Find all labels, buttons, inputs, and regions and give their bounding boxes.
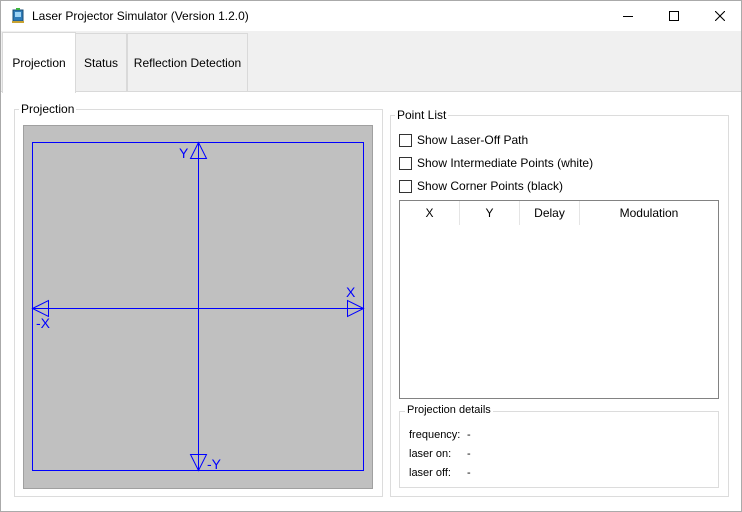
checkbox-label: Show Intermediate Points (white) <box>417 156 594 170</box>
y-negative-label: -Y <box>207 456 221 472</box>
projection-details-label: Projection details <box>405 404 493 416</box>
detail-frequency-label: frequency: <box>409 429 461 441</box>
column-header-modulation[interactable]: Modulation <box>580 201 718 225</box>
checkbox-show-laser-off-path[interactable]: Show Laser-Off Path <box>399 132 528 148</box>
maximize-icon <box>669 11 679 21</box>
column-header-delay[interactable]: Delay <box>520 201 580 225</box>
window-title: Laser Projector Simulator (Version 1.2.0… <box>32 9 249 23</box>
tab-label: Reflection Detection <box>133 55 242 70</box>
x-positive-label: X <box>346 284 356 300</box>
checkbox-box[interactable] <box>399 133 412 147</box>
app-laser-icon <box>12 8 24 23</box>
detail-laser-on: laser on: - <box>409 448 471 460</box>
point-list-table[interactable]: X Y Delay Modulation <box>399 200 719 399</box>
detail-laser-off: laser off: - <box>409 467 471 479</box>
y-positive-label: Y <box>179 145 189 161</box>
detail-laser-off-value: - <box>467 467 471 479</box>
maximize-button[interactable] <box>651 1 697 31</box>
tab-status[interactable]: Status <box>75 33 127 91</box>
projection-axes <box>31 141 365 472</box>
checkbox-show-intermediate-points[interactable]: Show Intermediate Points (white) <box>399 155 593 171</box>
column-header-y[interactable]: Y <box>460 201 520 225</box>
tab-bar: Projection Status Reflection Detection <box>1 32 741 93</box>
tab-projection[interactable]: Projection <box>2 32 76 93</box>
checkbox-box[interactable] <box>399 179 412 193</box>
detail-laser-off-label: laser off: <box>409 467 451 479</box>
detail-laser-on-label: laser on: <box>409 448 452 460</box>
title-bar[interactable]: Laser Projector Simulator (Version 1.2.0… <box>1 1 741 31</box>
projection-group-label: Projection <box>19 102 77 116</box>
projection-canvas[interactable]: Y -Y X -X <box>23 125 373 489</box>
point-list-group-label: Point List <box>395 108 449 122</box>
tab-label: Status <box>83 55 119 70</box>
tab-reflection-detection[interactable]: Reflection Detection <box>127 33 248 91</box>
minimize-button[interactable] <box>605 1 651 31</box>
minimize-icon <box>623 16 633 17</box>
checkbox-label: Show Corner Points (black) <box>417 179 564 193</box>
detail-frequency-value: - <box>467 429 471 441</box>
app-window: Laser Projector Simulator (Version 1.2.0… <box>0 0 742 512</box>
x-negative-label: -X <box>36 315 50 331</box>
close-button[interactable] <box>697 1 742 31</box>
close-icon <box>715 11 725 21</box>
tab-label: Projection <box>12 56 66 70</box>
column-header-x[interactable]: X <box>400 201 460 225</box>
detail-laser-on-value: - <box>467 448 471 460</box>
detail-frequency: frequency: - <box>409 429 471 441</box>
checkbox-box[interactable] <box>399 156 412 170</box>
checkbox-show-corner-points[interactable]: Show Corner Points (black) <box>399 178 563 194</box>
checkbox-label: Show Laser-Off Path <box>417 133 529 147</box>
point-list-header: X Y Delay Modulation <box>400 201 718 225</box>
